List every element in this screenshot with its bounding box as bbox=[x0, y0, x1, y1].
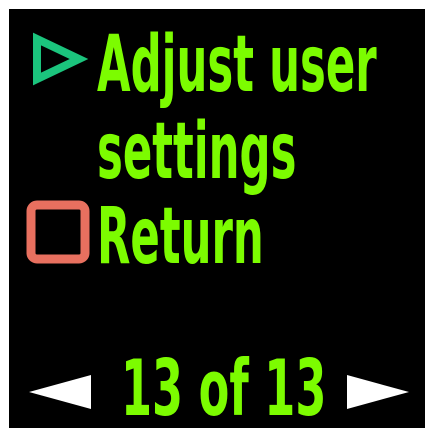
device-screen: Adjust user settings Return 13 of 13 bbox=[9, 9, 425, 428]
page-indicator: 13 of 13 bbox=[121, 342, 327, 428]
right-arrow-icon[interactable] bbox=[345, 371, 411, 413]
adjust-user-settings-label[interactable]: Adjust user bbox=[97, 25, 377, 103]
return-label[interactable]: Return bbox=[97, 197, 264, 275]
left-arrow-icon[interactable] bbox=[27, 371, 93, 413]
square-stop-icon[interactable] bbox=[26, 200, 90, 264]
adjust-user-settings-label-continued[interactable]: settings bbox=[97, 112, 296, 190]
triangle-play-icon[interactable] bbox=[29, 29, 89, 89]
